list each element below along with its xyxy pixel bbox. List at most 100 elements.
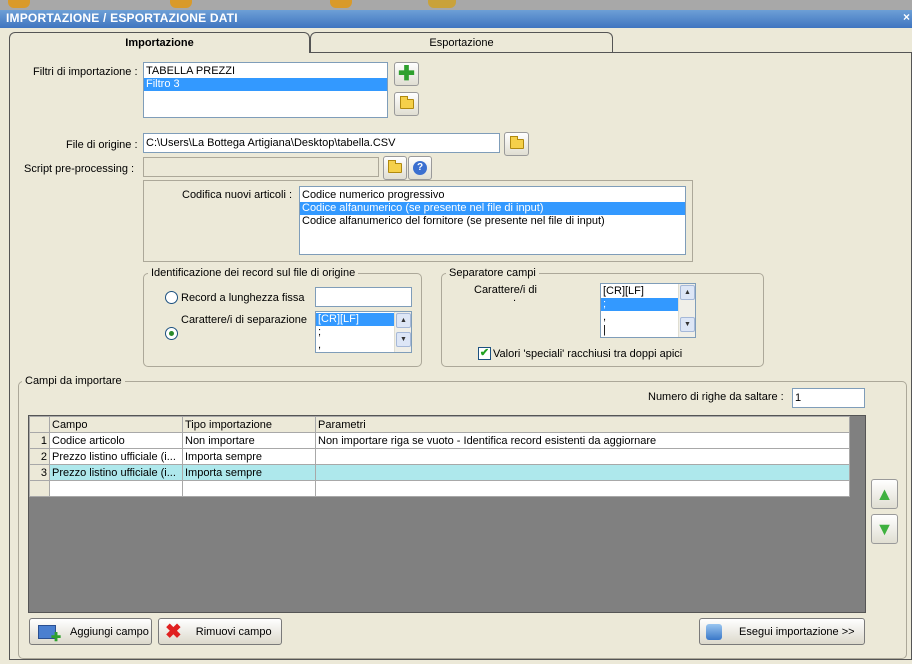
add-filter-button[interactable]: ✚ (394, 62, 419, 86)
folder-icon (509, 136, 524, 149)
tab-importazione[interactable]: Importazione (9, 32, 310, 53)
record-id-legend: Identificazione dei record sul file di o… (148, 267, 359, 279)
plus-icon: ✚ (398, 63, 415, 85)
cell-tipo[interactable]: Non importare (182, 432, 316, 449)
field-separator-legend: Separatore campi (446, 267, 539, 279)
cell-campo[interactable]: Prezzo listino ufficiale (i... (49, 464, 183, 481)
help-icon: ? (413, 161, 427, 175)
list-item[interactable]: , (316, 339, 394, 352)
field-separator-label-2: . (513, 292, 517, 304)
row-number: 3 (29, 464, 50, 481)
folder-icon (388, 160, 402, 173)
scroll-down-icon[interactable]: ▼ (680, 317, 695, 332)
tab-esportazione[interactable]: Esportazione (310, 32, 613, 52)
field-separator-label: Carattere/i di (474, 284, 537, 296)
cell-campo[interactable] (49, 480, 183, 497)
skip-rows-label: Numero di righe da saltare : (648, 391, 784, 403)
table-row[interactable]: 1 Codice articolo Non importare Non impo… (29, 432, 850, 449)
table-row[interactable]: 3 Prezzo listino ufficiale (i... Importa… (29, 464, 850, 481)
column-header[interactable]: Campo (49, 416, 183, 433)
cell-parametri[interactable]: Non importare riga se vuoto - Identifica… (315, 432, 850, 449)
list-item[interactable]: Codice numerico progressivo (300, 189, 685, 202)
move-down-button[interactable]: ▼ (871, 514, 898, 544)
add-field-icon: ✚ (38, 624, 61, 644)
list-item[interactable]: | (601, 324, 678, 337)
row-number-header (29, 416, 50, 433)
cell-parametri[interactable] (315, 448, 850, 465)
skip-rows-input[interactable]: 1 (792, 388, 865, 408)
plus-icon: ✚ (50, 629, 61, 644)
scroll-up-icon[interactable]: ▲ (396, 313, 411, 328)
scrollbar[interactable]: ▲ ▼ (394, 312, 411, 352)
arrow-up-icon: ▲ (875, 483, 894, 504)
list-item[interactable]: [CR][LF] (601, 285, 678, 298)
decor-icon (170, 0, 192, 8)
decor-icon (428, 0, 456, 8)
cell-parametri[interactable] (315, 480, 850, 497)
fields-legend: Campi da importare (22, 375, 125, 387)
filters-label: Filtri di importazione : (33, 66, 138, 78)
decor-icon (330, 0, 352, 8)
row-number: 1 (29, 432, 50, 449)
open-filter-button[interactable] (394, 92, 419, 116)
separator-label: Carattere/i di separazione (181, 314, 307, 326)
list-item[interactable]: Codice alfanumerico del fornitore (se pr… (300, 215, 685, 228)
quotes-checkbox[interactable]: ✔ (478, 347, 491, 360)
source-file-input[interactable]: C:\Users\La Bottega Artigiana\Desktop\ta… (143, 133, 500, 153)
arrow-down-icon: ▼ (875, 518, 894, 539)
list-item[interactable]: Filtro 3 (144, 78, 387, 91)
table-row-empty[interactable] (29, 480, 850, 497)
cell-parametri[interactable] (315, 464, 850, 481)
move-up-button[interactable]: ▲ (871, 479, 898, 509)
scroll-down-icon[interactable]: ▼ (396, 332, 411, 347)
fixed-length-label: Record a lunghezza fissa (181, 292, 305, 304)
close-icon[interactable]: × (903, 10, 910, 24)
quotes-label: Valori 'speciali' racchiusi tra doppi ap… (493, 348, 683, 360)
field-separator-list[interactable]: [CR][LF] ; , | ▲ ▼ (600, 283, 696, 338)
cell-tipo[interactable] (182, 480, 316, 497)
row-number (29, 480, 50, 497)
remove-icon: ✖ (165, 621, 182, 643)
fields-grid[interactable]: Campo Tipo importazione Parametri 1 Codi… (28, 415, 866, 613)
grid-header: Campo Tipo importazione Parametri (29, 416, 850, 433)
cell-tipo[interactable]: Importa sempre (182, 448, 316, 465)
remove-field-button[interactable]: ✖ Rimuovi campo (158, 618, 282, 645)
coding-label: Codifica nuovi articoli : (182, 189, 293, 201)
fixed-length-input[interactable] (315, 287, 412, 307)
list-item[interactable]: ; (601, 298, 678, 311)
cell-tipo[interactable]: Importa sempre (182, 464, 316, 481)
list-item[interactable]: ; (316, 326, 394, 339)
column-header[interactable]: Tipo importazione (182, 416, 316, 433)
run-import-label: Esegui importazione >> (739, 625, 855, 638)
browse-script-button[interactable] (383, 156, 407, 180)
list-item[interactable]: Codice alfanumerico (se presente nel fil… (300, 202, 685, 215)
scroll-up-icon[interactable]: ▲ (680, 285, 695, 300)
coding-list[interactable]: Codice numerico progressivo Codice alfan… (299, 186, 686, 255)
cell-campo[interactable]: Prezzo listino ufficiale (i... (49, 448, 183, 465)
decor-icon (8, 0, 30, 8)
window-title: IMPORTAZIONE / ESPORTAZIONE DATI (6, 11, 238, 25)
separator-radio[interactable] (165, 327, 178, 340)
browse-source-file-button[interactable] (504, 132, 529, 156)
script-label: Script pre-processing : (24, 163, 135, 175)
filters-list[interactable]: TABELLA PREZZI Filtro 3 (143, 62, 388, 118)
remove-field-label: Rimuovi campo (195, 625, 272, 638)
script-input[interactable] (143, 157, 379, 177)
list-item[interactable]: , (601, 311, 678, 324)
import-icon (706, 623, 722, 640)
add-field-button[interactable]: ✚ Aggiungi campo (29, 618, 152, 645)
row-number: 2 (29, 448, 50, 465)
list-item[interactable]: [CR][LF] (316, 313, 394, 326)
run-import-button[interactable]: Esegui importazione >> (699, 618, 865, 645)
record-separator-list[interactable]: [CR][LF] ; , ▲ ▼ (315, 311, 412, 353)
scrollbar[interactable]: ▲ ▼ (678, 284, 695, 337)
add-field-label: Aggiungi campo (70, 625, 149, 638)
table-row[interactable]: 2 Prezzo listino ufficiale (i... Importa… (29, 448, 850, 465)
cell-campo[interactable]: Codice articolo (49, 432, 183, 449)
column-header[interactable]: Parametri (315, 416, 850, 433)
script-help-button[interactable]: ? (408, 156, 432, 180)
source-file-label: File di origine : (66, 139, 138, 151)
list-item[interactable]: TABELLA PREZZI (144, 65, 387, 78)
fixed-length-radio[interactable] (165, 291, 178, 304)
folder-icon (399, 96, 414, 109)
